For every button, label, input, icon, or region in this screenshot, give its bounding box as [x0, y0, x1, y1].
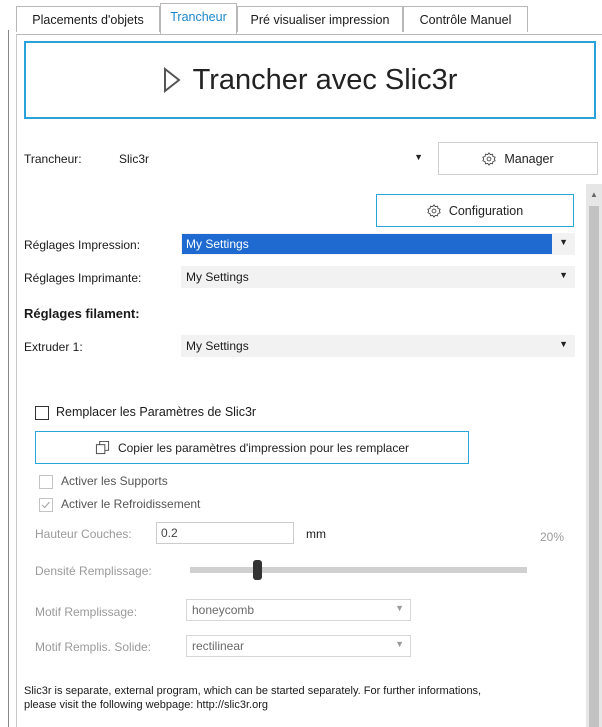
print-settings-label: Réglages Impression: [24, 238, 141, 252]
gear-icon [482, 151, 497, 166]
chevron-down-icon: ▼ [395, 639, 404, 649]
footer-line-2: please visit the following webpage: http… [24, 699, 268, 711]
extruder1-value: My Settings [186, 339, 249, 353]
gear-icon [427, 203, 441, 218]
override-label: Remplacer les Paramètres de Slic3r [56, 405, 257, 419]
infill-pattern-value: honeycomb [192, 603, 255, 617]
scrollbar-thumb[interactable] [589, 206, 599, 727]
tab-manual-control[interactable]: Contrôle Manuel [403, 6, 528, 32]
print-settings-select[interactable]: My Settings ▼ [181, 233, 575, 255]
print-settings-value: My Settings [186, 237, 249, 251]
layer-height-input[interactable]: 0.2 [156, 522, 294, 544]
layer-height-value: 0.2 [161, 526, 178, 540]
extruder1-label: Extruder 1: [24, 340, 83, 354]
configuration-label: Configuration [448, 203, 524, 218]
copy-settings-button[interactable]: Copier les paramètres d'impression pour … [35, 431, 469, 464]
extruder1-select[interactable]: My Settings ▼ [181, 335, 575, 357]
manager-label: Manager [504, 151, 554, 166]
infill-density-slider-thumb[interactable] [252, 560, 262, 580]
chevron-down-icon: ▼ [414, 152, 423, 162]
layer-height-label: Hauteur Couches: [35, 527, 132, 541]
tab-slicer[interactable]: Trancheur [160, 3, 237, 34]
supports-label: Activer les Supports [61, 474, 168, 488]
copy-icon [95, 440, 110, 455]
slicer-label: Trancheur: [24, 152, 82, 166]
check-icon [41, 501, 50, 509]
printer-settings-label: Réglages Imprimante: [24, 271, 142, 285]
printer-settings-select[interactable]: My Settings ▼ [181, 266, 575, 288]
tab-object-placement[interactable]: Placements d'objets [16, 6, 160, 32]
chevron-down-icon: ▼ [559, 339, 568, 349]
infill-pattern-label: Motif Remplissage: [35, 605, 138, 619]
scroll-up-icon[interactable]: ▲ [590, 190, 598, 199]
manager-button[interactable]: Manager [438, 142, 598, 175]
slicer-select[interactable]: Slic3r ▼ [114, 148, 430, 170]
solid-pattern-label: Motif Remplis. Solide: [35, 640, 152, 654]
tab-print-preview[interactable]: Pré visualiser impression [237, 6, 403, 32]
footer-note: Slic3r is separate, external program, wh… [24, 684, 584, 712]
play-icon [163, 67, 181, 93]
tab-bar: Placements d'objets Trancheur Pré visual… [16, 0, 602, 35]
cooling-label: Activer le Refroidissement [61, 497, 201, 511]
override-checkbox[interactable] [35, 406, 49, 420]
infill-density-label: Densité Remplissage: [35, 564, 152, 578]
window-edge [8, 30, 9, 727]
filament-heading: Réglages filament: [24, 306, 140, 321]
slicer-value: Slic3r [119, 152, 150, 166]
infill-pattern-select[interactable]: honeycomb ▼ [186, 599, 411, 621]
infill-density-slider[interactable] [190, 567, 527, 573]
panel-border [16, 34, 17, 727]
printer-settings-value: My Settings [186, 270, 249, 284]
configuration-button[interactable]: Configuration [376, 194, 574, 227]
supports-checkbox[interactable] [39, 475, 53, 489]
chevron-down-icon: ▼ [395, 603, 404, 613]
slice-button[interactable]: Trancher avec Slic3r [24, 41, 596, 119]
chevron-down-icon: ▼ [559, 237, 568, 247]
cooling-checkbox[interactable] [39, 498, 53, 512]
copy-settings-label: Copier les paramètres d'impression pour … [117, 440, 410, 455]
slice-button-label: Trancher avec Slic3r [192, 63, 458, 96]
chevron-down-icon: ▼ [559, 270, 568, 280]
infill-percent: 20% [540, 530, 565, 544]
solid-pattern-select[interactable]: rectilinear ▼ [186, 635, 411, 657]
solid-pattern-value: rectilinear [192, 639, 245, 653]
footer-line-1: Slic3r is separate, external program, wh… [24, 685, 482, 697]
layer-height-unit: mm [306, 527, 326, 541]
